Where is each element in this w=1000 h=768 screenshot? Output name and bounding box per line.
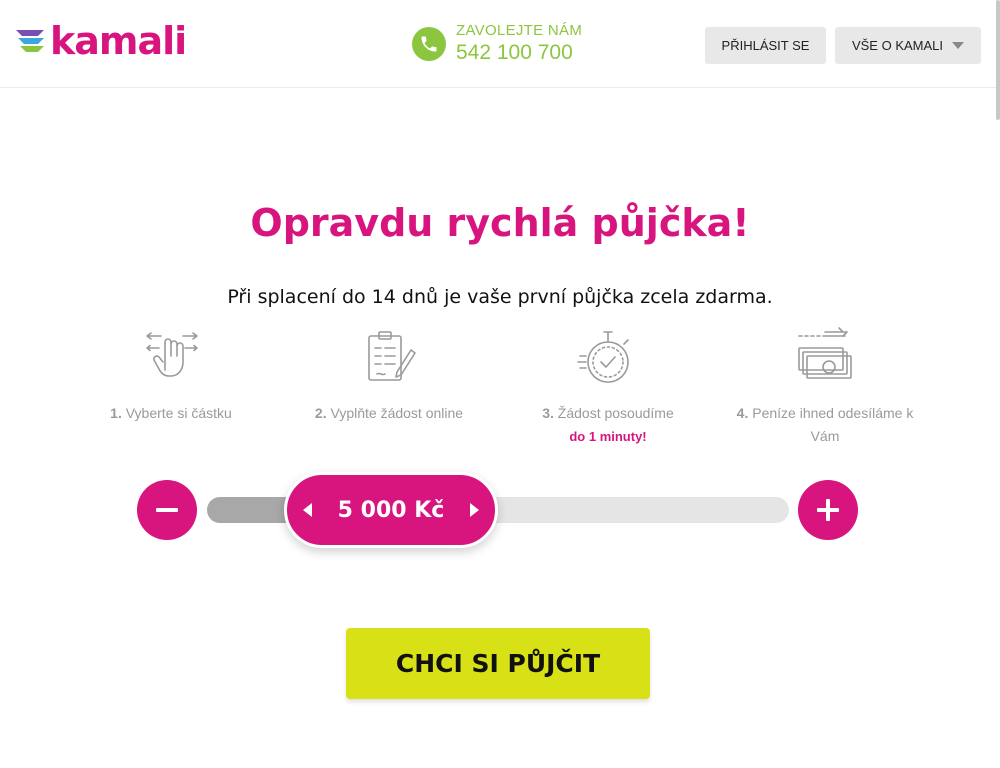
hero-title: Opravdu rychlá půjčka!: [250, 201, 750, 245]
step-2-number: 2.: [314, 405, 327, 421]
login-button-label: PŘIHLÁSIT SE: [721, 38, 810, 53]
hand-swipe-icon: [146, 332, 198, 377]
step-2-text: 2. Vyplňte žádost online: [299, 402, 479, 425]
about-menu-button[interactable]: VŠE O KAMALI: [835, 27, 981, 64]
amount-value: 5 000 Kč: [337, 497, 445, 523]
minus-icon: [156, 508, 178, 512]
arrow-left-icon: [303, 503, 312, 517]
slider-handle[interactable]: 5 000 Kč: [284, 472, 498, 548]
phone-text: ZAVOLEJTE NÁM 542 100 700: [456, 22, 582, 65]
site-header: kamali ZAVOLEJTE NÁM 542 100 700 PŘIHLÁS…: [0, 0, 1000, 88]
step-1-label: Vyberte si částku: [125, 405, 232, 421]
kamali-logo[interactable]: kamali: [14, 19, 187, 63]
step-3-label: Žádost posoudíme: [557, 405, 674, 421]
logo-wing-icon: [16, 30, 44, 52]
hero-subtitle: Při splacení do 14 dnů je vaše první půj…: [227, 286, 773, 308]
step-2: 2. Vyplňte žádost online: [299, 326, 479, 425]
about-menu-label: VŠE O KAMALI: [851, 38, 944, 53]
step-3-number: 3.: [542, 405, 554, 421]
phone-number[interactable]: 542 100 700: [456, 41, 582, 65]
step-3: 3. Žádost posoudíme do 1 minuty!: [518, 326, 698, 448]
money-transfer-icon: [798, 327, 852, 379]
decrease-amount-button[interactable]: [137, 480, 197, 540]
phone-icon: [412, 26, 446, 61]
step-3-text: 3. Žádost posoudíme do 1 minuty!: [518, 402, 698, 448]
logo-text: kamali: [50, 19, 187, 63]
arrow-right-icon: [469, 503, 479, 517]
clipboard-form-icon: [368, 331, 416, 381]
page-scrollbar[interactable]: [996, 0, 1000, 120]
plus-icon: [817, 499, 839, 521]
phone-contact[interactable]: ZAVOLEJTE NÁM 542 100 700: [412, 22, 582, 65]
step-1: 1. Vyberte si částku: [81, 326, 261, 425]
borrow-cta-label: CHCI SI PŮJČIT: [395, 649, 601, 678]
step-4-label: Peníze ihned odesíláme k Vám: [752, 405, 914, 444]
step-1-number: 1.: [110, 405, 122, 421]
phone-label: ZAVOLEJTE NÁM: [456, 22, 583, 39]
amount-slider: 5 000 Kč: [0, 472, 1000, 552]
step-4-text: 4. Peníze ihned odesíláme k Vám: [735, 402, 915, 448]
step-4: 4. Peníze ihned odesíláme k Vám: [735, 326, 915, 448]
step-1-text: 1. Vyberte si částku: [81, 402, 261, 425]
login-button[interactable]: PŘIHLÁSIT SE: [705, 27, 826, 64]
slider-track-fill: [207, 497, 289, 523]
stopwatch-icon: [577, 331, 629, 383]
increase-amount-button[interactable]: [798, 480, 858, 540]
step-2-label: Vyplňte žádost online: [330, 405, 464, 421]
chevron-down-icon: [952, 42, 965, 49]
step-3-highlight: do 1 minuty!: [569, 429, 647, 444]
step-4-number: 4.: [736, 405, 749, 421]
borrow-cta-button[interactable]: CHCI SI PŮJČIT: [346, 628, 650, 699]
